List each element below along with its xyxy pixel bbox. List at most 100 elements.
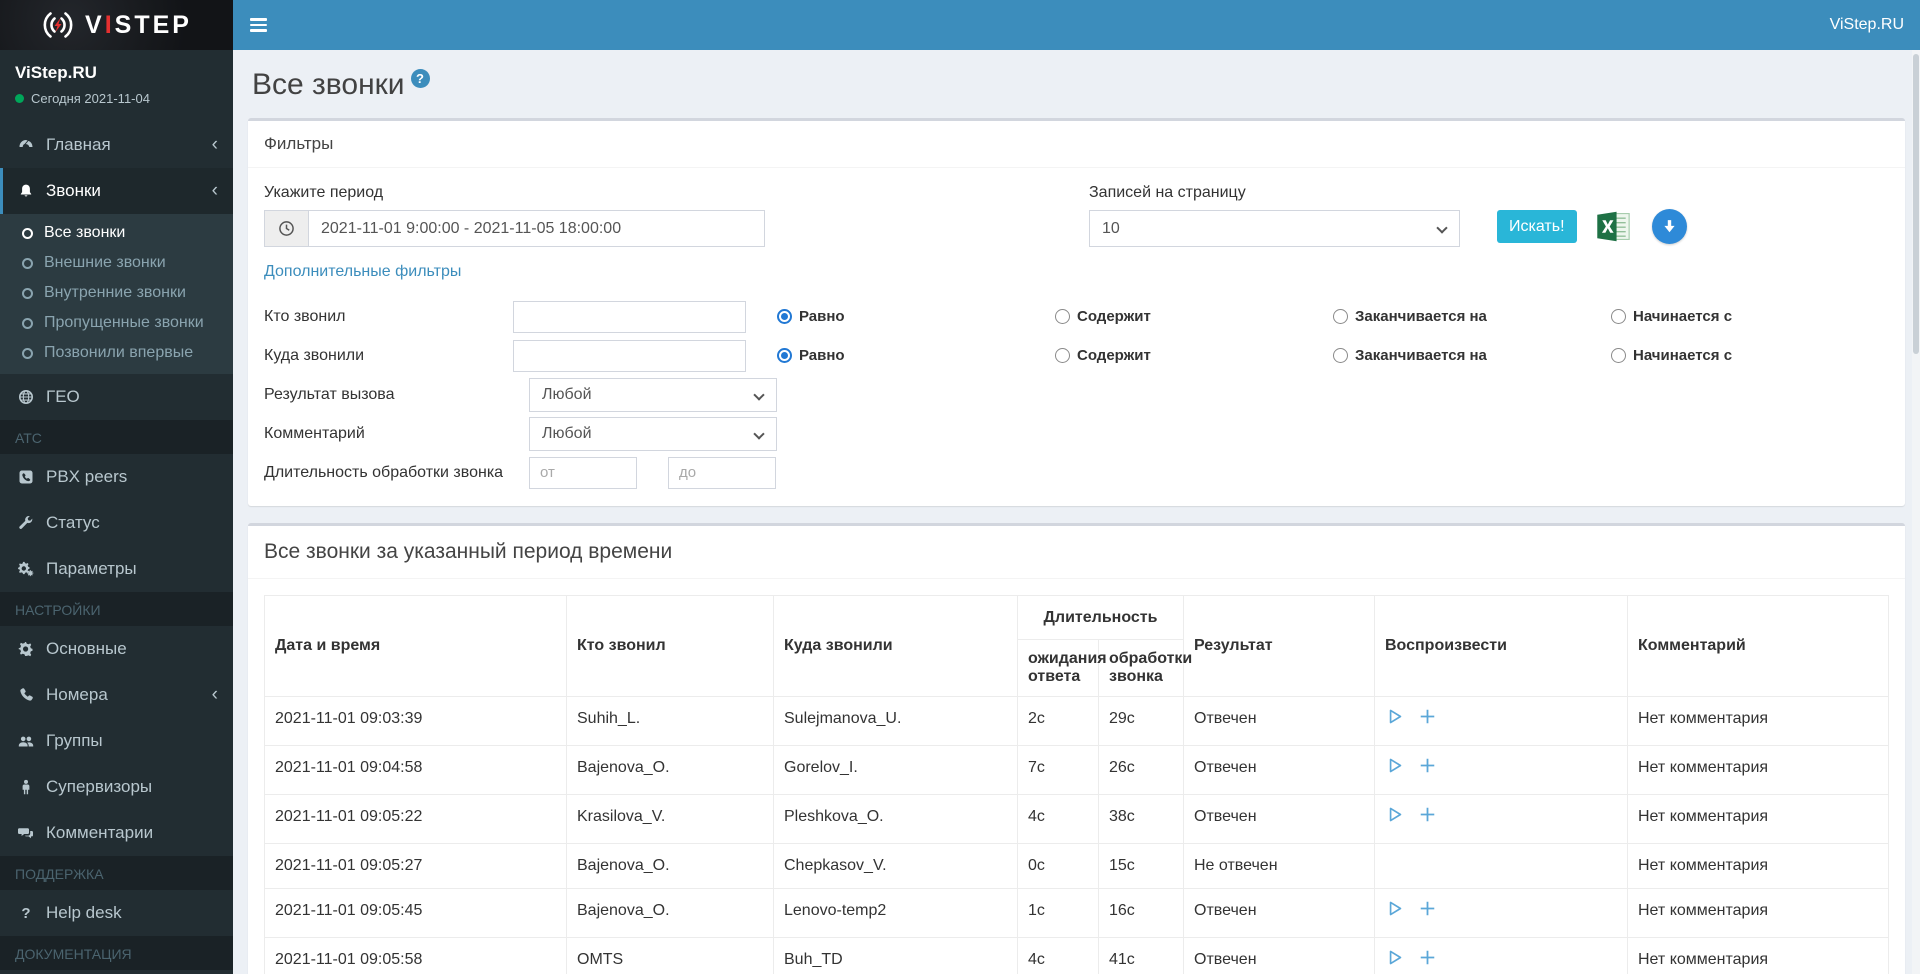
sidebar-item-supervisors[interactable]: Супервизоры <box>0 764 233 810</box>
wait-cell: 4с <box>1017 937 1099 974</box>
sidebar-item-home[interactable]: Главная ‹ <box>0 122 233 168</box>
comment-cell: Нет комментария <box>1627 794 1889 844</box>
add-comment-button[interactable] <box>1418 756 1437 780</box>
radio-unchecked-icon <box>1055 309 1070 324</box>
comment-cell: Нет комментария <box>1627 888 1889 938</box>
match-option-4[interactable]: Начинается с <box>1611 347 1889 364</box>
cog-icon <box>15 641 37 657</box>
comment-filter-select[interactable]: Любой <box>530 417 776 450</box>
call-result-select[interactable]: Любой <box>530 378 776 411</box>
sidebar-item-groups[interactable]: Группы <box>0 718 233 764</box>
callee-filter-input[interactable] <box>512 339 746 372</box>
handle-cell: 41с <box>1098 937 1184 974</box>
calls-box: Все звонки за указанный период времени Д… <box>248 523 1905 974</box>
play-call-button[interactable] <box>1385 707 1404 731</box>
col-duration-group: Длительность <box>1017 595 1184 640</box>
sidebar-item-wiki[interactable]: Wiki <box>0 970 233 974</box>
sidebar-item-pbx-peers[interactable]: PBX peers <box>0 454 233 500</box>
col-comment: Комментарий <box>1627 595 1889 697</box>
caller-cell: Krasilova_V. <box>566 794 774 844</box>
play-icon <box>1385 899 1404 923</box>
per-page-select[interactable]: 10 <box>1090 211 1459 246</box>
callee-cell: Gorelov_I. <box>773 745 1018 795</box>
radio-unchecked-icon <box>1055 348 1070 363</box>
period-input[interactable] <box>308 210 765 247</box>
result-cell: Отвечен <box>1183 794 1375 844</box>
filters-box-title: Фильтры <box>248 121 1905 168</box>
phone-icon <box>15 687 37 703</box>
sidebar-item-status[interactable]: Статус <box>0 500 233 546</box>
match-option-3[interactable]: Заканчивается на <box>1333 308 1611 325</box>
callee-cell: Sulejmanova_U. <box>773 696 1018 746</box>
play-cell <box>1374 745 1628 795</box>
sidebar-item-parameters[interactable]: Параметры <box>0 546 233 592</box>
duration-to-input[interactable] <box>668 456 776 489</box>
match-option-1[interactable]: Равно <box>777 308 1055 325</box>
caller-filter-input[interactable] <box>512 300 746 333</box>
users-icon <box>15 733 37 749</box>
plus-icon <box>1418 899 1437 923</box>
current-date: Сегодня 2021-11-04 <box>15 91 218 106</box>
add-comment-button[interactable] <box>1418 948 1437 972</box>
cogs-icon <box>15 561 37 577</box>
comment-cell: Нет комментария <box>1627 696 1889 746</box>
match-option-4[interactable]: Начинается с <box>1611 308 1889 325</box>
callee-match-options: Равно Содержит Заканчивается на Начинается … <box>777 347 1889 364</box>
sidebar-item-calls[interactable]: Звонки ‹ <box>0 168 233 214</box>
bell-icon <box>15 183 37 199</box>
export-excel-button[interactable] <box>1596 211 1632 242</box>
clock-icon <box>264 210 308 247</box>
scrollbar-thumb[interactable] <box>1913 54 1919 354</box>
result-cell: Отвечен <box>1183 696 1375 746</box>
sidebar-item-comments[interactable]: Комментарии <box>0 810 233 856</box>
add-comment-button[interactable] <box>1418 805 1437 829</box>
sidebar-item-geo[interactable]: ГЕО <box>0 374 233 420</box>
plus-icon <box>1418 948 1437 972</box>
result-cell: Отвечен <box>1183 888 1375 938</box>
add-comment-button[interactable] <box>1418 707 1437 731</box>
sidebar-item-help-desk[interactable]: ? Help desk <box>0 890 233 936</box>
call-row: 2021-11-01 09:03:39 Suhih_L. Sulejmanova_U… <box>264 696 1889 746</box>
download-button[interactable] <box>1651 209 1687 244</box>
radio-unchecked-icon <box>1611 348 1626 363</box>
sidebar-item-internal-calls[interactable]: Внутренние звонки <box>0 278 233 308</box>
handle-cell: 26с <box>1098 745 1184 795</box>
play-icon <box>1385 707 1404 731</box>
play-cell <box>1374 888 1628 938</box>
datetime-cell: 2021-11-01 09:04:58 <box>264 745 567 795</box>
caller-cell: OMTS <box>566 937 774 974</box>
sidebar-item-numbers[interactable]: Номера ‹ <box>0 672 233 718</box>
globe-icon <box>15 389 37 405</box>
sidebar-item-all-calls[interactable]: Все звонки <box>0 218 233 248</box>
match-option-2[interactable]: Содержит <box>1055 347 1333 364</box>
logo[interactable]: VISTEP <box>0 0 233 50</box>
play-call-button[interactable] <box>1385 948 1404 972</box>
play-call-button[interactable] <box>1385 805 1404 829</box>
sidebar-item-missed-calls[interactable]: Пропущенные звонки <box>0 308 233 338</box>
radio-unchecked-icon <box>1611 309 1626 324</box>
match-option-3[interactable]: Заканчивается на <box>1333 347 1611 364</box>
callee-cell: Chepkasov_V. <box>773 843 1018 889</box>
radio-unchecked-icon <box>1333 348 1348 363</box>
match-option-2[interactable]: Содержит <box>1055 308 1333 325</box>
sidebar-item-external-calls[interactable]: Внешние звонки <box>0 248 233 278</box>
search-button[interactable]: Искать! <box>1497 210 1577 243</box>
duration-from-input[interactable] <box>529 456 637 489</box>
sidebar-toggle-button[interactable] <box>233 0 283 50</box>
match-option-1[interactable]: Равно <box>777 347 1055 364</box>
comment-cell: Нет комментария <box>1627 843 1889 889</box>
site-name: ViStep.RU <box>15 63 97 82</box>
result-cell: Отвечен <box>1183 745 1375 795</box>
sidebar-item-general[interactable]: Основные <box>0 626 233 672</box>
additional-filters-link[interactable]: Дополнительные фильтры <box>264 263 461 281</box>
help-button[interactable]: ? <box>410 69 430 88</box>
play-cell <box>1374 937 1628 974</box>
comment-cell: Нет комментария <box>1627 937 1889 974</box>
sidebar-item-first-time-calls[interactable]: Позвонили впервые <box>0 338 233 368</box>
play-call-button[interactable] <box>1385 756 1404 780</box>
radio-unchecked-icon <box>1333 309 1348 324</box>
main-content: Все звонки? Фильтры Укажите период Запис… <box>233 50 1920 974</box>
play-call-button[interactable] <box>1385 899 1404 923</box>
add-comment-button[interactable] <box>1418 899 1437 923</box>
page-scrollbar[interactable] <box>1912 50 1920 974</box>
